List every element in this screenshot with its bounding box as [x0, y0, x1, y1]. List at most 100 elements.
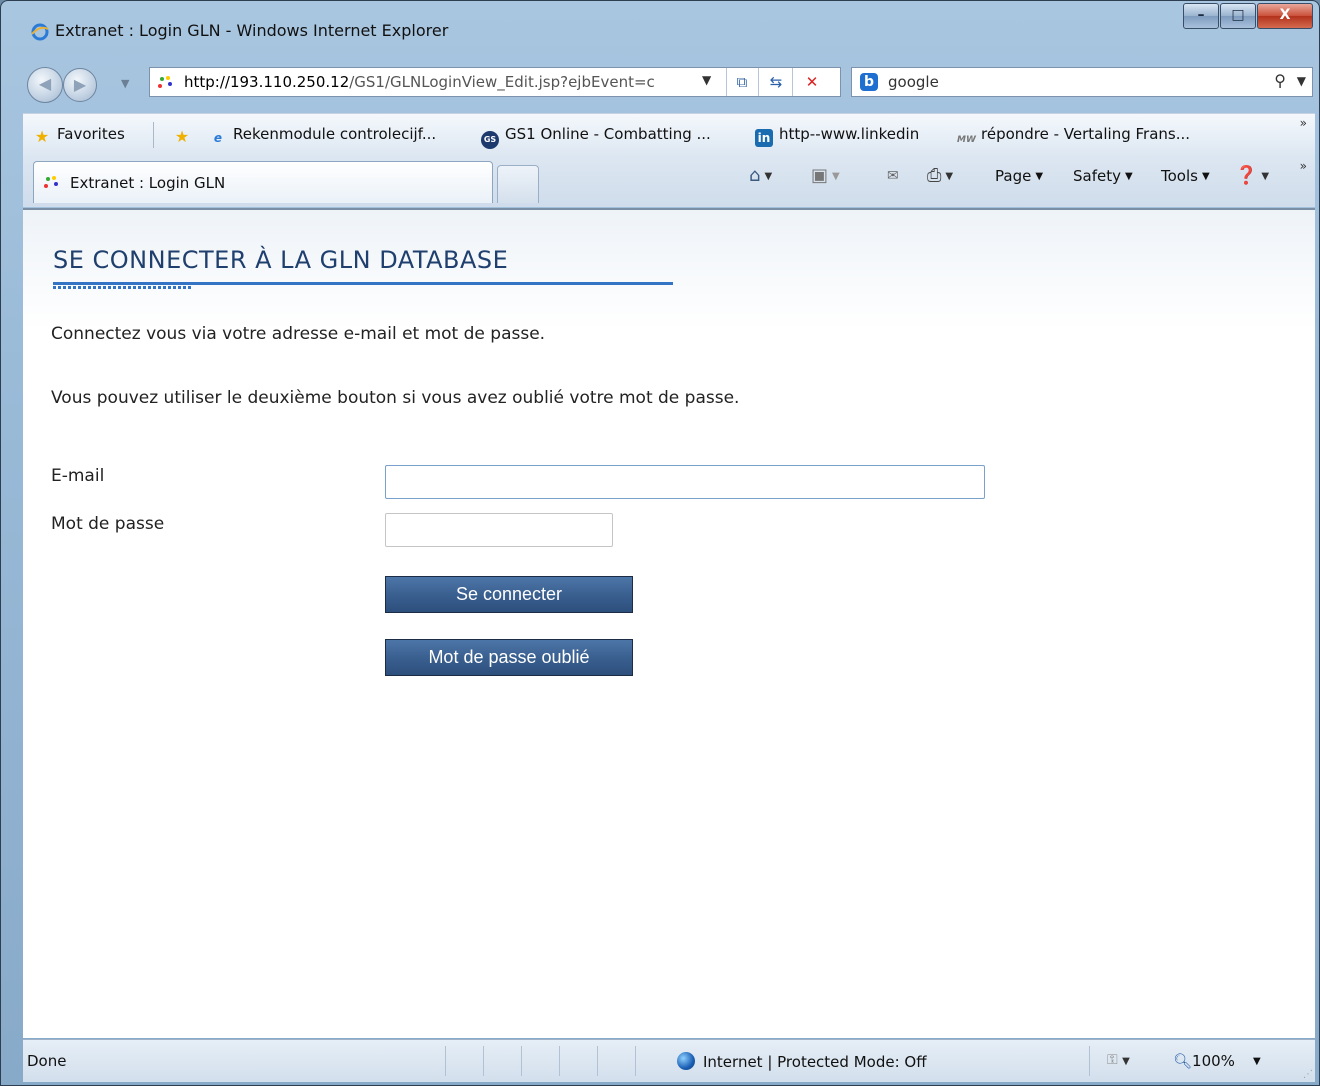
- divider: [726, 68, 727, 96]
- divider: [153, 122, 154, 148]
- title-underline-pattern: [53, 286, 193, 289]
- zoom-level: 100%: [1192, 1052, 1235, 1070]
- divider: [597, 1046, 598, 1076]
- linkedin-icon: in: [755, 129, 773, 147]
- minimize-button[interactable]: –: [1183, 3, 1219, 29]
- compatibility-view-icon[interactable]: ⧉: [730, 71, 754, 93]
- zoom-control[interactable]: 🔍︎100% ▼: [1173, 1052, 1261, 1070]
- page-menu[interactable]: Page ▼: [995, 167, 1043, 185]
- chevron-down-icon: ▼: [1035, 171, 1044, 182]
- divider: [445, 1046, 446, 1076]
- forward-button[interactable]: ▶: [63, 68, 97, 102]
- add-favorite-button[interactable]: ★: [173, 125, 197, 146]
- new-tab-button[interactable]: [497, 165, 539, 203]
- page-loading-icon: [44, 176, 58, 188]
- bing-icon: b: [860, 73, 878, 91]
- protected-mode-icon[interactable]: ⚿ ▼: [1107, 1052, 1130, 1068]
- page-content: SE CONNECTER À LA GLN DATABASE Connectez…: [23, 208, 1315, 1038]
- address-path: /GS1/GLNLoginView_Edit.jsp?ejbEvent=c: [349, 73, 655, 91]
- maximize-button[interactable]: □: [1220, 3, 1256, 29]
- favorite-label: répondre - Vertaling Frans...: [981, 125, 1191, 143]
- address-host: http://193.110.250.12: [184, 73, 350, 91]
- window-controls: – □ X: [1182, 3, 1313, 29]
- safety-menu-label: Safety: [1073, 167, 1121, 185]
- favorite-link-repondre[interactable]: MW répondre - Vertaling Frans...: [957, 125, 1190, 149]
- favorites-button[interactable]: ★ Favorites: [33, 125, 125, 146]
- password-field[interactable]: [385, 513, 613, 547]
- favorite-link-gs1[interactable]: GS GS1 Online - Combatting ...: [481, 125, 711, 149]
- email-label: E-mail: [51, 466, 105, 486]
- search-options-dropdown-icon[interactable]: ▼: [1297, 74, 1306, 88]
- password-label: Mot de passe: [51, 514, 165, 534]
- safety-menu[interactable]: Safety ▼: [1073, 167, 1133, 185]
- resize-grip-icon[interactable]: ⋰: [1303, 1069, 1313, 1080]
- status-bar: Done Internet | Protected Mode: Off ⚿ ▼ …: [23, 1039, 1315, 1082]
- security-zone-label: Internet | Protected Mode: Off: [703, 1053, 927, 1071]
- address-url[interactable]: http://193.110.250.12/GS1/GLNLoginView_E…: [184, 73, 655, 91]
- search-box[interactable]: b google ⚲ ▼: [851, 67, 1313, 97]
- favorite-link-rekenmodule[interactable]: e Rekenmodule controlecijf...: [209, 125, 436, 147]
- forgot-password-button[interactable]: Mot de passe oublié: [385, 639, 633, 676]
- browser-window: Extranet : Login GLN - Windows Internet …: [0, 0, 1320, 1086]
- address-dropdown-icon[interactable]: ▼: [702, 73, 711, 87]
- page-menu-label: Page: [995, 167, 1032, 185]
- divider: [792, 68, 793, 96]
- chevron-down-icon: ▼: [1252, 1056, 1261, 1067]
- status-text: Done: [27, 1052, 67, 1070]
- title-underline: [53, 282, 673, 285]
- page-loading-icon: [158, 76, 172, 88]
- read-mail-icon[interactable]: ✉: [887, 168, 899, 184]
- forward-arrow-icon: ▶: [73, 75, 87, 94]
- feeds-icon[interactable]: ▣ ▼: [811, 165, 840, 186]
- favorites-bar: ★ Favorites ★ e Rekenmodule controlecijf..…: [23, 113, 1315, 156]
- search-input[interactable]: google: [888, 73, 939, 91]
- login-button[interactable]: Se connecter: [385, 576, 633, 613]
- back-forward-group: ◀ ▶ ▼: [25, 67, 145, 103]
- divider: [559, 1046, 560, 1076]
- gs1-icon: GS: [481, 131, 499, 149]
- tools-menu[interactable]: Tools ▼: [1161, 167, 1210, 185]
- intro-text-login: Connectez vous via votre adresse e-mail …: [51, 324, 546, 344]
- ie-logo-icon: [31, 23, 49, 41]
- back-button[interactable]: ◀: [27, 67, 63, 103]
- star-icon: ★: [34, 127, 50, 146]
- recent-pages-dropdown-icon[interactable]: ▼: [121, 77, 129, 90]
- zoom-icon: 🔍︎: [1173, 1052, 1193, 1070]
- intro-text-forgot: Vous pouvez utiliser le deuxième bouton …: [51, 388, 740, 408]
- email-field[interactable]: [385, 465, 985, 499]
- divider: [635, 1046, 636, 1076]
- navigation-bar: ◀ ▶ ▼ http://193.110.250.12/GS1/GLNLogin…: [1, 61, 1319, 107]
- more-favorites-chevron-icon[interactable]: »: [1300, 116, 1307, 130]
- tab-label: Extranet : Login GLN: [70, 174, 226, 192]
- more-commands-chevron-icon[interactable]: »: [1300, 159, 1307, 173]
- chevron-down-icon: ▼: [1124, 171, 1133, 182]
- ie-icon: e: [213, 131, 223, 145]
- favorite-label: http--www.linkedin: [779, 125, 920, 143]
- address-bar[interactable]: http://193.110.250.12/GS1/GLNLoginView_E…: [149, 67, 841, 97]
- home-icon[interactable]: ⌂ ▼: [749, 165, 772, 186]
- favorites-label: Favorites: [57, 125, 125, 143]
- internet-globe-icon: [677, 1052, 695, 1070]
- help-icon[interactable]: ❓ ▼: [1235, 165, 1269, 186]
- mw-icon: MW: [957, 135, 976, 145]
- page-title: SE CONNECTER À LA GLN DATABASE: [53, 246, 509, 274]
- divider: [1089, 1046, 1090, 1076]
- refresh-icon[interactable]: ⇆: [764, 71, 788, 93]
- stop-icon[interactable]: ✕: [800, 71, 824, 93]
- close-button[interactable]: X: [1257, 3, 1313, 29]
- print-icon[interactable]: ⎙ ▼: [927, 165, 953, 186]
- favorite-label: Rekenmodule controlecijf...: [233, 125, 437, 143]
- divider: [521, 1046, 522, 1076]
- back-arrow-icon: ◀: [38, 74, 52, 93]
- window-title: Extranet : Login GLN - Windows Internet …: [55, 21, 449, 40]
- divider: [483, 1046, 484, 1076]
- chevron-down-icon: ▼: [1201, 171, 1210, 182]
- favorite-label: GS1 Online - Combatting ...: [505, 125, 711, 143]
- search-icon[interactable]: ⚲: [1274, 71, 1286, 90]
- security-zone[interactable]: Internet | Protected Mode: Off: [677, 1052, 927, 1071]
- tab-extranet-login[interactable]: Extranet : Login GLN: [33, 161, 493, 203]
- title-bar: Extranet : Login GLN - Windows Internet …: [1, 1, 1319, 61]
- favorite-link-linkedin[interactable]: in http--www.linkedin: [755, 125, 919, 147]
- tools-menu-label: Tools: [1161, 167, 1198, 185]
- divider: [758, 68, 759, 96]
